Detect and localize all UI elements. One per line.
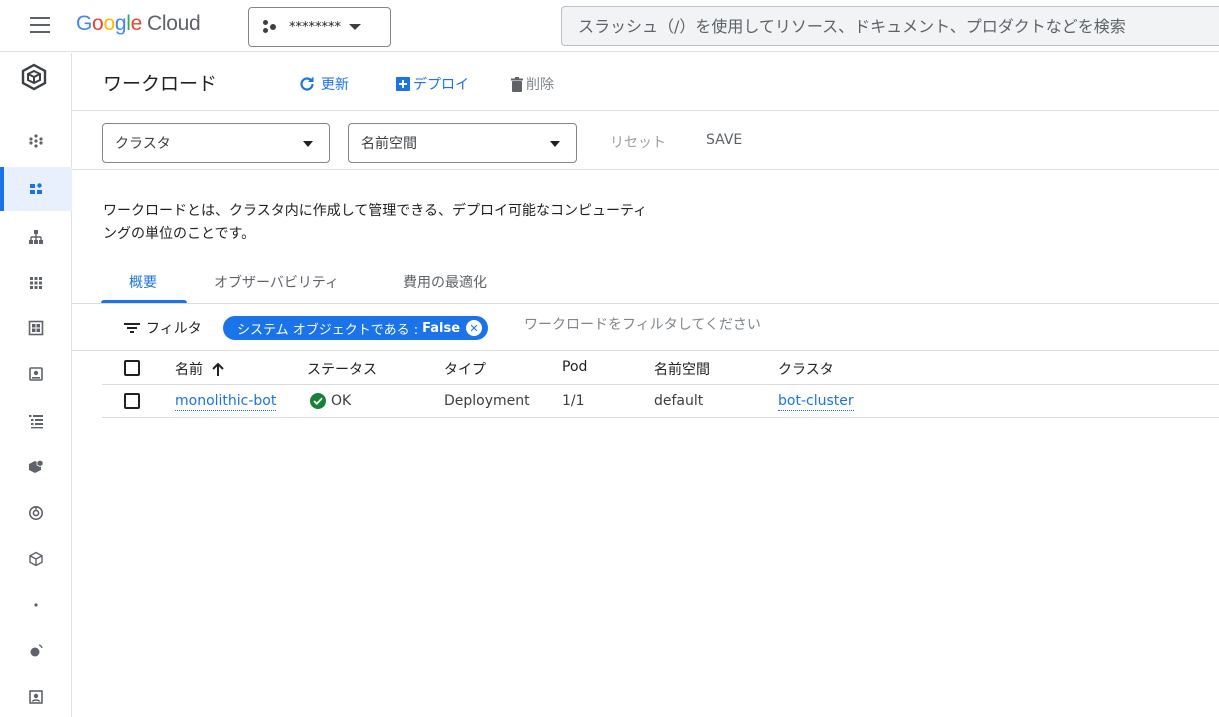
object-browser-icon[interactable] [0,399,72,443]
marketplace-icon[interactable] [0,629,72,673]
filter-icon [124,323,140,333]
type-cell: Deployment [444,393,530,409]
status-cell: OK [310,393,351,409]
chip-close-icon[interactable]: ✕ [466,320,483,336]
add-box-icon [396,77,410,91]
migrate-icon[interactable] [0,445,72,489]
column-header-pods[interactable]: Pod [562,359,587,375]
storage-icon[interactable] [0,352,72,396]
project-name: ******** [289,19,341,35]
pods-cell: 1/1 [562,393,585,409]
row-checkbox[interactable] [124,393,140,409]
arrow-up-icon [212,362,224,376]
refresh-icon [300,76,314,91]
services-ingress-icon[interactable] [0,215,72,259]
config-icon[interactable] [0,537,72,581]
google-cloud-logo[interactable]: Google Cloud [76,12,201,36]
column-header-type[interactable]: タイプ [444,359,486,379]
search-box[interactable] [561,6,1219,46]
refresh-button[interactable]: 更新 [298,74,349,94]
workloads-description: ワークロードとは、クラスタ内に作成して管理できる、デプロイ可能なコンピューティ … [103,203,648,242]
check-circle-icon [310,393,326,409]
dropdown-arrow-icon [303,141,313,147]
backup-icon[interactable] [0,491,72,535]
chevron-down-icon [349,24,361,30]
cluster-link[interactable]: bot-cluster [778,393,854,411]
workloads-icon[interactable] [0,167,72,211]
reset-button[interactable]: リセット [610,132,666,152]
table-filter-bar: フィルタ システム オブジェクトである : False ✕ [72,305,1219,351]
kubernetes-engine-icon[interactable] [20,63,48,91]
release-notes-icon[interactable] [0,675,72,717]
active-tab-indicator [101,300,187,303]
tab-cost-optimization[interactable]: 費用の最適化 [403,272,487,292]
deploy-button[interactable]: デプロイ [395,74,469,94]
column-header-namespace[interactable]: 名前空間 [654,359,710,379]
page-header: ワークロード 更新 デプロイ 削除 [72,53,1219,111]
tab-bar: 概要 オブザーバビリティ 費用の最適化 [72,262,1219,304]
trash-icon [511,76,523,92]
namespace-cell: default [654,393,704,409]
tab-observability[interactable]: オブザーバビリティ [214,272,339,292]
product-nav-rail [0,53,72,717]
dot-icon[interactable] [0,583,72,627]
project-dots-icon [263,20,279,34]
tab-overview[interactable]: 概要 [129,272,157,292]
column-header-name[interactable]: 名前 [175,359,225,379]
save-button[interactable]: SAVE [706,132,742,148]
page-title: ワークロード [103,73,218,95]
column-header-cluster[interactable]: クラスタ [778,359,834,379]
namespace-select[interactable]: 名前空間 [348,123,577,163]
workload-name-link[interactable]: monolithic-bot [175,393,277,411]
filter-button[interactable]: フィルタ [124,318,202,338]
filter-row: クラスタ 名前空間 リセット SAVE [72,112,1219,170]
system-object-filter-chip[interactable]: システム オブジェクトである : False ✕ [223,316,489,340]
select-all-checkbox[interactable] [124,360,140,376]
applications-icon[interactable] [0,261,72,305]
top-bar: Google Cloud ******** [0,0,1219,52]
clusters-icon[interactable] [0,119,72,163]
search-input[interactable] [578,16,1219,36]
delete-button[interactable]: 削除 [511,74,554,94]
project-picker-button[interactable]: ******** [248,7,391,47]
column-header-status[interactable]: ステータス [307,359,377,379]
dropdown-arrow-icon [550,141,560,147]
cluster-select[interactable]: クラスタ [102,123,330,163]
table-header: 名前 ステータス タイプ Pod 名前空間 クラスタ [102,352,1219,385]
secrets-configmaps-icon[interactable] [0,306,72,350]
main-menu-icon[interactable] [30,17,50,33]
workload-filter-input[interactable] [524,317,1124,333]
table-row: monolithic-bot OK Deployment 1/1 default… [102,385,1219,418]
